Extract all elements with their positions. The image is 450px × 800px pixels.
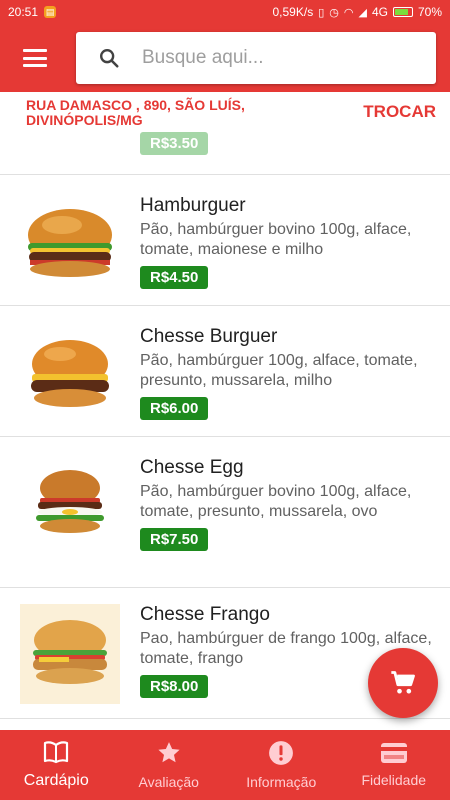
app-bar [0, 24, 450, 92]
status-time: 20:51 [8, 5, 39, 19]
list-item[interactable]: Chesse Egg Pão, hambúrguer bovino 100g, … [0, 437, 450, 588]
chicken-burger-image [20, 604, 120, 704]
item-name: Chesse Frango [140, 604, 270, 625]
cart-icon [391, 671, 415, 694]
alert-circle-icon [269, 741, 294, 765]
nav-item-cardapio[interactable]: Cardápio [0, 730, 113, 800]
signal-icon: ◢ [358, 6, 367, 19]
hamburger-icon [23, 49, 47, 67]
search-box[interactable] [76, 32, 436, 84]
network-speed: 0,59K/s [272, 5, 314, 19]
nav-item-fidelidade[interactable]: Fidelidade [338, 730, 450, 800]
nav-item-avaliacao[interactable]: Avaliação [113, 730, 226, 800]
menu-button[interactable] [0, 24, 70, 92]
credit-card-icon [380, 743, 407, 763]
item-price: R$7.50 [140, 528, 209, 551]
item-price: R$3.50 [140, 132, 209, 155]
list-item[interactable]: R$3.50 [0, 132, 450, 175]
item-price: R$6.00 [140, 397, 209, 420]
change-address-button[interactable]: TROCAR [363, 102, 436, 122]
status-bar: 20:51 ▤ 0,59K/s ▯ ◷ ◠ ◢ 4G 70% [0, 0, 450, 24]
nav-label: Cardápio [23, 772, 89, 789]
list-item[interactable]: Hamburguer Pão, hambúrguer bovino 100g, … [0, 175, 450, 306]
nav-item-informacao[interactable]: Informação [225, 730, 338, 800]
delivery-address: RUA DAMASCO , 890, SÃO LUÍS, DIVINÓPOLIS… [26, 97, 245, 128]
item-price: R$8.00 [140, 675, 209, 698]
nav-label: Fidelidade [361, 772, 427, 788]
item-name: Hamburguer [140, 195, 246, 216]
cheeseburger-image [20, 326, 120, 426]
search-input[interactable] [142, 47, 412, 69]
network-type: 4G [371, 5, 388, 19]
battery-icon [392, 7, 413, 17]
cart-button[interactable] [368, 648, 438, 718]
alarm-icon: ◷ [329, 6, 339, 19]
vibrate-icon: ▯ [318, 6, 325, 19]
wifi-icon: ◠ [343, 6, 354, 19]
search-icon [76, 47, 142, 69]
item-description: Pão, hambúrguer bovino 100g, alface, tom… [140, 483, 412, 520]
item-price: R$4.50 [140, 266, 209, 289]
list-item[interactable]: Chesse Burguer Pão, hambúrguer 100g, alf… [0, 306, 450, 437]
bottom-nav: Cardápio Avaliação Informação Fidelidade [0, 730, 450, 800]
item-name: Chesse Egg [140, 457, 244, 478]
book-icon [44, 741, 69, 764]
hamburger-image [20, 195, 120, 295]
star-icon [158, 742, 180, 763]
nav-label: Informação [246, 774, 317, 790]
item-description: Pão, hambúrguer 100g, alface, tomate, pr… [140, 352, 418, 389]
address-bar: RUA DAMASCO , 890, SÃO LUÍS, DIVINÓPOLIS… [0, 92, 450, 132]
nav-label: Avaliação [138, 774, 199, 790]
cheese-egg-image [20, 457, 120, 557]
notification-icon: ▤ [44, 6, 57, 18]
battery-percent: 70% [417, 5, 442, 19]
item-description: Pão, hambúrguer bovino 100g, alface, tom… [140, 221, 412, 258]
menu-list[interactable]: R$3.50 Hamburguer Pão, hambúrguer bovino… [0, 132, 450, 730]
item-name: Chesse Burguer [140, 326, 278, 347]
